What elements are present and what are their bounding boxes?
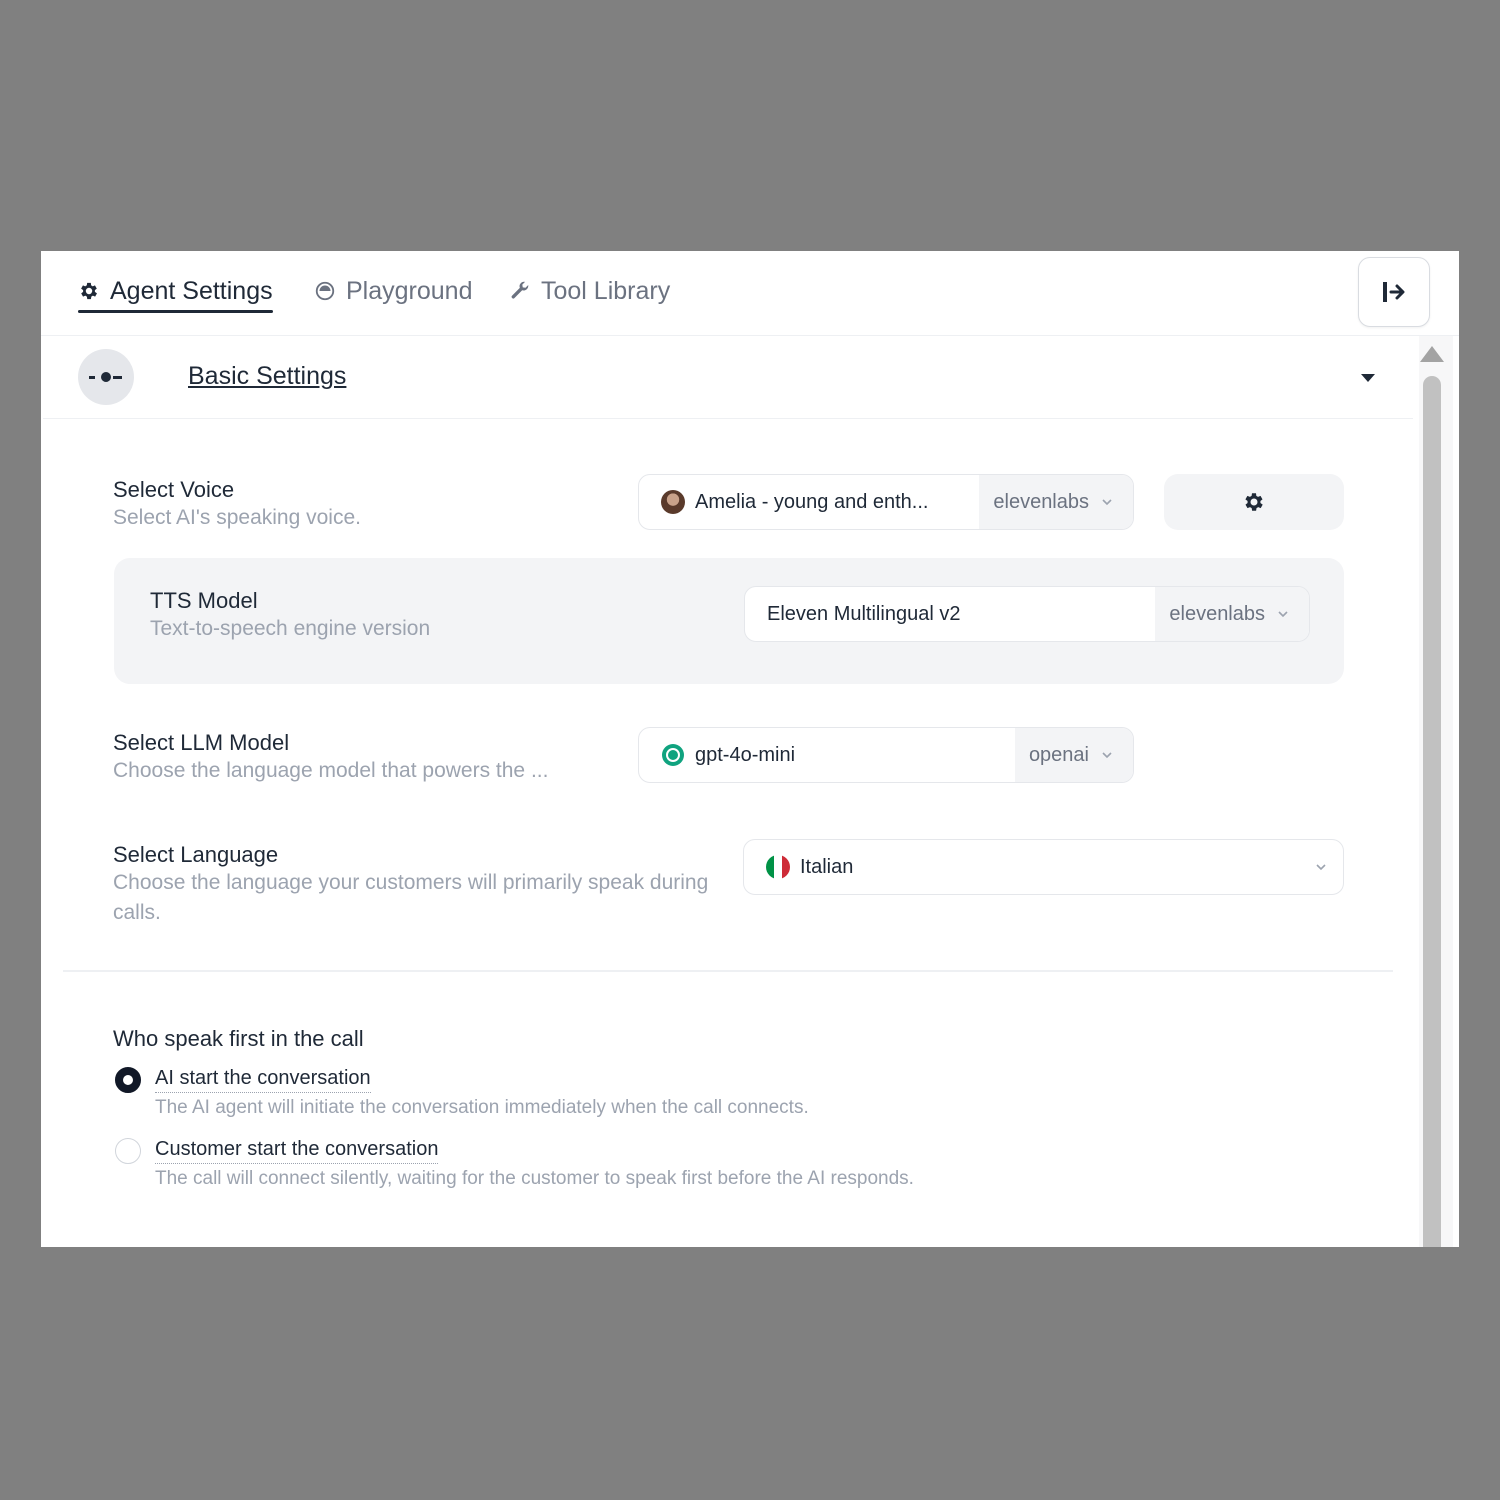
voice-description: Select AI's speaking voice. — [113, 506, 361, 529]
provider-label: elevenlabs — [1169, 602, 1265, 625]
tts-value: Eleven Multilingual v2 — [767, 602, 961, 625]
tab-tool-library[interactable]: Tool Library — [509, 273, 670, 309]
tab-playground[interactable]: Playground — [314, 273, 472, 309]
slider-dots-icon — [78, 349, 134, 405]
tab-bar: Agent Settings Playground Tool Library — [41, 251, 1459, 336]
llm-provider-select[interactable]: openai — [1014, 728, 1133, 782]
provider-label: openai — [1028, 743, 1089, 766]
customer-starts-radio[interactable] — [115, 1138, 141, 1164]
tab-label: Tool Library — [541, 276, 671, 305]
chevron-down-icon — [1316, 864, 1326, 871]
ai-starts-label[interactable]: AI start the conversation — [155, 1067, 371, 1093]
tts-model-select[interactable]: Eleven Multilingual v2 elevenlabs — [744, 586, 1310, 642]
provider-label: elevenlabs — [993, 490, 1089, 513]
settings-content: Basic Settings Select Voice Select AI's … — [43, 336, 1413, 1247]
language-description: Choose the language your customers will … — [113, 871, 709, 924]
tab-label: Agent Settings — [110, 276, 273, 305]
first-speaker-label: Who speak first in the call — [113, 1026, 364, 1051]
tts-description: Text-to-speech engine version — [150, 617, 431, 640]
chevron-down-icon — [1102, 499, 1112, 506]
basic-settings-header[interactable]: Basic Settings — [43, 336, 1413, 419]
gear-icon — [1245, 493, 1263, 511]
voice-select[interactable]: Amelia - young and enth... elevenlabs — [638, 474, 1134, 530]
llm-model-select[interactable]: gpt-4o-mini openai — [638, 727, 1134, 783]
ai-starts-radio[interactable] — [115, 1067, 141, 1093]
ai-starts-description: The AI agent will initiate the conversat… — [155, 1097, 809, 1118]
playground-icon — [315, 281, 335, 301]
tab-label: Playground — [346, 276, 473, 305]
voice-avatar-icon — [661, 490, 685, 514]
caret-down-icon[interactable] — [1360, 373, 1376, 383]
customer-starts-label[interactable]: Customer start the conversation — [155, 1138, 439, 1164]
language-select[interactable]: Italian — [743, 839, 1344, 895]
voice-value: Amelia - young and enth... — [695, 490, 929, 513]
gear-icon — [81, 282, 97, 300]
tts-provider-select[interactable]: elevenlabs — [1155, 587, 1309, 641]
tts-label: TTS Model — [150, 588, 258, 613]
chevron-down-icon — [1102, 752, 1112, 759]
voice-settings-button[interactable] — [1164, 474, 1344, 530]
italy-flag-icon — [766, 855, 790, 879]
voice-label: Select Voice — [113, 477, 235, 502]
llm-description: Choose the language model that powers th… — [113, 759, 549, 782]
exit-arrow-icon — [1383, 282, 1405, 302]
language-label: Select Language — [113, 842, 279, 867]
customer-starts-description: The call will connect silently, waiting … — [155, 1168, 914, 1189]
chevron-down-icon — [1278, 611, 1288, 618]
wrench-icon — [511, 281, 529, 299]
llm-label: Select LLM Model — [113, 730, 290, 755]
section-title[interactable]: Basic Settings — [188, 362, 346, 391]
agent-settings-panel: Agent Settings Playground Tool Library B… — [41, 251, 1459, 1247]
scroll-up-arrow-icon[interactable] — [1420, 346, 1444, 362]
llm-value: gpt-4o-mini — [695, 743, 796, 766]
tab-agent-settings[interactable]: Agent Settings — [78, 273, 273, 313]
divider — [63, 970, 1393, 972]
collapse-panel-button[interactable] — [1358, 257, 1430, 327]
openai-icon — [662, 744, 684, 766]
scrollbar-thumb[interactable] — [1423, 376, 1441, 1247]
voice-provider-select[interactable]: elevenlabs — [979, 475, 1133, 529]
tts-model-card: TTS Model Text-to-speech engine version … — [114, 558, 1344, 684]
scrollbar[interactable] — [1413, 336, 1459, 1247]
language-value: Italian — [800, 855, 854, 878]
